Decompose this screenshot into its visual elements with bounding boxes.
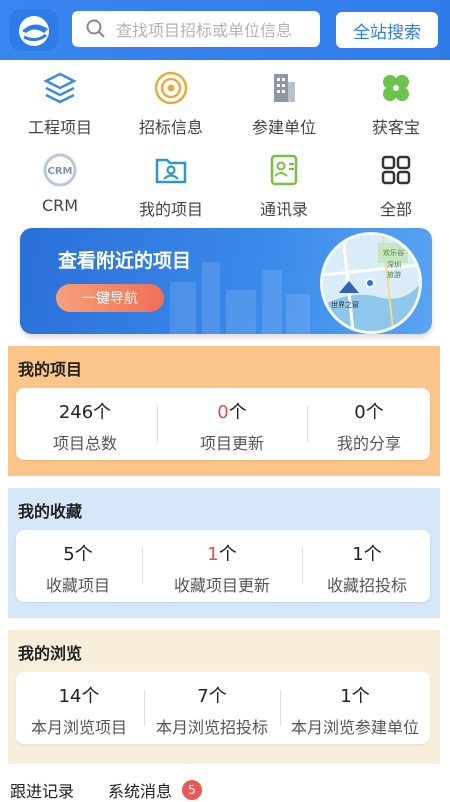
- stat-my-shares[interactable]: 0个 我的分享: [308, 388, 430, 460]
- search-placeholder: 查找项目招标或单位信息: [116, 21, 293, 40]
- stat-label: 收藏项目更新: [173, 576, 270, 595]
- stat-monthly-browsed-units[interactable]: 1个 本月浏览参建单位: [280, 672, 430, 744]
- divider: [142, 548, 143, 584]
- map-thumbnail: 欢乐谷 深圳 旅游 世界之窗: [320, 232, 422, 334]
- stat-value: 1: [352, 544, 364, 565]
- grid-label: 通讯录: [259, 200, 308, 219]
- top-bar: 查找项目招标或单位信息 全站搜索: [0, 0, 450, 60]
- my-projects-section: 我的项目 246个 项目总数 0个 项目更新 0个 我的分享: [8, 346, 440, 476]
- stat-unit: 个: [218, 544, 237, 565]
- crm-icon: CRM: [40, 150, 80, 190]
- stat-value: 0: [354, 402, 366, 423]
- grid-item-contacts[interactable]: 通讯录: [228, 144, 340, 222]
- stat-value: 14: [58, 686, 82, 707]
- stat-label: 本月浏览招投标: [155, 718, 268, 737]
- grid-item-participating-units[interactable]: 参建单位: [228, 62, 340, 140]
- stat-label: 我的分享: [336, 434, 401, 453]
- grid-label: 参建单位: [251, 118, 316, 137]
- building-icon: [264, 68, 304, 108]
- grid-item-my-projects[interactable]: 我的项目: [115, 144, 227, 222]
- grid-label: 工程项目: [27, 118, 92, 137]
- grid-item-huokebao[interactable]: 获客宝: [340, 62, 450, 140]
- stat-value: 5: [63, 544, 75, 565]
- grid-item-crm[interactable]: CRM CRM: [4, 144, 116, 222]
- stat-monthly-browsed-projects[interactable]: 14个 本月浏览项目: [16, 672, 142, 744]
- stat-value: 1: [207, 544, 219, 565]
- my-projects-card: 246个 项目总数 0个 项目更新 0个 我的分享: [16, 388, 430, 460]
- site-search-button[interactable]: 全站搜索: [336, 12, 438, 48]
- apps-grid-icon: [376, 150, 416, 190]
- svg-text:CRM: CRM: [48, 166, 73, 177]
- tab-follow-up-records[interactable]: 跟进记录: [10, 778, 74, 802]
- stat-value: 7: [197, 686, 209, 707]
- stat-unit: 个: [365, 402, 384, 423]
- stat-total-projects[interactable]: 246个 项目总数: [16, 388, 154, 460]
- stat-label: 本月浏览项目: [30, 718, 127, 737]
- grid-label: 获客宝: [371, 118, 420, 137]
- section-title: 我的浏览: [18, 644, 83, 663]
- stat-label: 本月浏览参建单位: [290, 718, 419, 737]
- stat-value: 246: [58, 402, 94, 423]
- feature-grid: 工程项目 招标信息 参建单位 获客宝 CRM CRM 我的项目 通讯录 全部: [0, 62, 450, 222]
- stat-favorite-projects[interactable]: 5个 收藏项目: [16, 530, 140, 602]
- grid-item-all[interactable]: 全部: [340, 144, 450, 222]
- stat-label: 项目总数: [52, 434, 117, 453]
- section-title: 我的项目: [18, 360, 83, 379]
- divider: [302, 548, 303, 584]
- stat-monthly-browsed-bids[interactable]: 7个 本月浏览招投标: [144, 672, 280, 744]
- bottom-tabs: 跟进记录 系统消息 5: [0, 774, 450, 802]
- stat-unit: 个: [93, 402, 112, 423]
- map-label: 世界之窗: [331, 300, 359, 309]
- banner-title: 查看附近的项目: [58, 250, 192, 272]
- section-title: 我的收藏: [18, 502, 83, 521]
- search-icon: [86, 19, 105, 38]
- stat-label: 收藏项目: [45, 576, 110, 595]
- stat-label: 收藏招投标: [326, 576, 407, 595]
- grid-label: 招标信息: [138, 118, 203, 137]
- stat-favorite-project-updates[interactable]: 1个 收藏项目更新: [144, 530, 300, 602]
- clover-icon: [376, 68, 416, 108]
- message-count-badge: 5: [182, 780, 202, 800]
- tab-system-messages[interactable]: 系统消息: [108, 778, 172, 802]
- target-icon: [151, 68, 191, 108]
- grid-label: 我的项目: [138, 200, 203, 219]
- nearby-projects-banner[interactable]: 查看附近的项目 一键导航 欢乐谷 深圳 旅游 世界之窗: [20, 228, 432, 334]
- my-browsing-card: 14个 本月浏览项目 7个 本月浏览招投标 1个 本月浏览参建单位: [16, 672, 430, 744]
- grid-label: 全部: [379, 200, 412, 219]
- contacts-icon: [264, 150, 304, 190]
- stat-project-updates[interactable]: 0个 项目更新: [158, 388, 306, 460]
- stat-label: 项目更新: [199, 434, 264, 453]
- stat-unit: 个: [208, 686, 227, 707]
- stat-value: 0: [217, 402, 229, 423]
- map-label: 旅游: [387, 270, 401, 279]
- grid-item-bidding-info[interactable]: 招标信息: [115, 62, 227, 140]
- map-label: 欢乐谷: [383, 248, 404, 257]
- one-click-navigate-button[interactable]: 一键导航: [56, 284, 164, 312]
- stat-unit: 个: [363, 544, 382, 565]
- stat-unit: 个: [81, 686, 100, 707]
- grid-item-engineering-projects[interactable]: 工程项目: [4, 62, 116, 140]
- stat-unit: 个: [74, 544, 93, 565]
- stat-favorite-bids[interactable]: 1个 收藏招投标: [304, 530, 430, 602]
- app-logo: [10, 9, 58, 51]
- map-label: 深圳: [387, 260, 401, 269]
- stat-unit: 个: [351, 686, 370, 707]
- my-favorites-section: 我的收藏 5个 收藏项目 1个 收藏项目更新 1个 收藏招投标: [8, 488, 440, 618]
- search-input[interactable]: 查找项目招标或单位信息: [72, 11, 320, 47]
- my-favorites-card: 5个 收藏项目 1个 收藏项目更新 1个 收藏招投标: [16, 530, 430, 602]
- grid-label: CRM: [41, 196, 79, 215]
- stat-value: 1: [340, 686, 352, 707]
- layers-icon: [40, 68, 80, 108]
- stat-unit: 个: [228, 402, 247, 423]
- folder-user-icon: [151, 150, 191, 190]
- my-browsing-section: 我的浏览 14个 本月浏览项目 7个 本月浏览招投标 1个 本月浏览参建单位: [8, 630, 440, 764]
